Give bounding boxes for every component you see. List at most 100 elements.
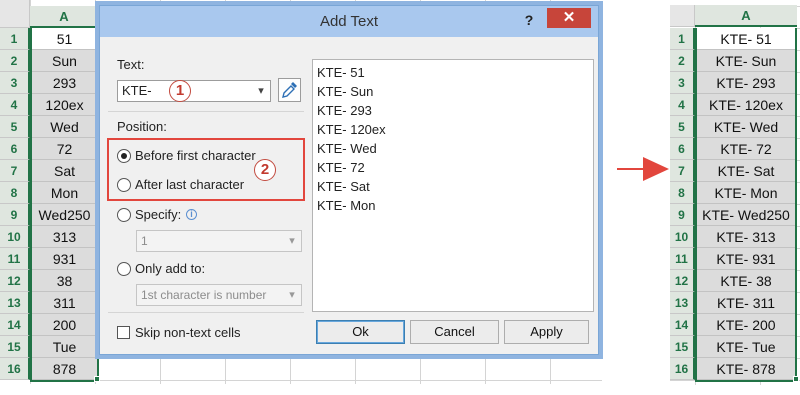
- fill-handle[interactable]: [793, 376, 799, 382]
- cell[interactable]: Sat: [32, 160, 97, 182]
- cell[interactable]: KTE- 293: [697, 72, 795, 94]
- row-header[interactable]: 6: [0, 138, 30, 160]
- row-header[interactable]: 2: [670, 50, 695, 72]
- cell[interactable]: Wed250: [32, 204, 97, 226]
- cell[interactable]: Wed: [32, 116, 97, 138]
- cell[interactable]: 200: [32, 314, 97, 336]
- column-header-a[interactable]: A: [695, 5, 797, 27]
- cell[interactable]: KTE- Wed250: [697, 204, 795, 226]
- cell[interactable]: 120ex: [32, 94, 97, 116]
- chevron-down-icon[interactable]: ▾: [254, 81, 268, 101]
- row-header[interactable]: 7: [670, 160, 695, 182]
- cell[interactable]: 72: [32, 138, 97, 160]
- row-header[interactable]: 7: [0, 160, 30, 182]
- only-add-label[interactable]: Only add to:: [135, 261, 205, 276]
- row-header[interactable]: 9: [0, 204, 30, 226]
- ok-button[interactable]: Ok: [316, 320, 405, 344]
- row-header[interactable]: 4: [670, 94, 695, 116]
- cell[interactable]: KTE- 51: [697, 28, 795, 50]
- cell[interactable]: KTE- 311: [697, 292, 795, 314]
- cell[interactable]: KTE- 200: [697, 314, 795, 336]
- cell[interactable]: KTE- 313: [697, 226, 795, 248]
- specify-radio[interactable]: [117, 208, 131, 222]
- row-header[interactable]: 14: [0, 314, 30, 336]
- row-header[interactable]: 12: [670, 270, 695, 292]
- row-header[interactable]: 2: [0, 50, 30, 72]
- cell[interactable]: Mon: [32, 182, 97, 204]
- cell[interactable]: KTE- 38: [697, 270, 795, 292]
- only-add-radio[interactable]: [117, 262, 131, 276]
- cell[interactable]: 878: [32, 358, 97, 380]
- row-header[interactable]: 16: [670, 358, 695, 380]
- row-header[interactable]: 13: [670, 292, 695, 314]
- row-header[interactable]: 15: [670, 336, 695, 358]
- cell[interactable]: KTE- 72: [697, 138, 795, 160]
- cell[interactable]: KTE- 931: [697, 248, 795, 270]
- row-header[interactable]: 5: [0, 116, 30, 138]
- only-add-select[interactable]: 1st character is number ▾: [136, 284, 302, 306]
- eyedropper-button[interactable]: [278, 78, 301, 102]
- chevron-down-icon[interactable]: ▾: [285, 285, 299, 305]
- row-header[interactable]: 10: [0, 226, 30, 248]
- row-header[interactable]: 9: [670, 204, 695, 226]
- cell[interactable]: KTE- Sun: [697, 50, 795, 72]
- row-header[interactable]: 16: [0, 358, 30, 380]
- select-all-corner[interactable]: [0, 0, 30, 28]
- after-last-label[interactable]: After last character: [135, 177, 244, 192]
- cell[interactable]: KTE- 878: [697, 358, 795, 380]
- cell[interactable]: 311: [32, 292, 97, 314]
- row-header[interactable]: 14: [670, 314, 695, 336]
- before-first-radio[interactable]: [117, 149, 131, 163]
- row-header[interactable]: 5: [670, 116, 695, 138]
- cell[interactable]: KTE- Wed: [697, 116, 795, 138]
- chevron-down-icon[interactable]: ▾: [285, 231, 299, 251]
- row-header[interactable]: 11: [670, 248, 695, 270]
- fill-handle[interactable]: [94, 376, 100, 382]
- row-header[interactable]: 13: [0, 292, 30, 314]
- help-icon[interactable]: ?: [520, 10, 538, 30]
- skip-non-text-checkbox[interactable]: [117, 326, 130, 339]
- cell[interactable]: KTE- Mon: [697, 182, 795, 204]
- row-header[interactable]: 11: [0, 248, 30, 270]
- row-header[interactable]: 12: [0, 270, 30, 292]
- close-icon[interactable]: ✕: [547, 8, 591, 28]
- row-headers: 1 2 3 4 5 6 7 8 9 10 11 12 13 14 15 16: [0, 28, 30, 380]
- arrow-right-icon: [617, 157, 669, 181]
- cell[interactable]: KTE- Sat: [697, 160, 795, 182]
- row-header[interactable]: 8: [670, 182, 695, 204]
- dialog-titlebar[interactable]: Add Text ? ✕: [100, 6, 598, 37]
- column-header-a[interactable]: A: [30, 6, 99, 28]
- preview-item: KTE- Wed: [317, 141, 377, 156]
- row-header[interactable]: 3: [670, 72, 695, 94]
- cell[interactable]: KTE- Tue: [697, 336, 795, 358]
- cell[interactable]: 51: [32, 28, 97, 50]
- select-all-corner[interactable]: [670, 5, 695, 27]
- row-header[interactable]: 4: [0, 94, 30, 116]
- skip-non-text-label[interactable]: Skip non-text cells: [135, 325, 241, 340]
- result-range[interactable]: KTE- 51 KTE- Sun KTE- 293 KTE- 120ex KTE…: [695, 28, 797, 382]
- cell[interactable]: Tue: [32, 336, 97, 358]
- cell[interactable]: 38: [32, 270, 97, 292]
- row-header[interactable]: 10: [670, 226, 695, 248]
- text-combobox[interactable]: KTE- ▾: [117, 80, 271, 102]
- cell[interactable]: 931: [32, 248, 97, 270]
- cell[interactable]: 313: [32, 226, 97, 248]
- after-last-radio[interactable]: [117, 178, 131, 192]
- row-header[interactable]: 1: [0, 28, 30, 50]
- specify-select[interactable]: 1 ▾: [136, 230, 302, 252]
- row-header[interactable]: 8: [0, 182, 30, 204]
- before-first-label[interactable]: Before first character: [135, 148, 256, 163]
- row-header[interactable]: 15: [0, 336, 30, 358]
- row-header[interactable]: 6: [670, 138, 695, 160]
- apply-button[interactable]: Apply: [504, 320, 589, 344]
- cell[interactable]: 293: [32, 72, 97, 94]
- row-header[interactable]: 3: [0, 72, 30, 94]
- preview-item: KTE- 72: [317, 160, 365, 175]
- specify-label[interactable]: Specify:: [135, 207, 181, 222]
- cell[interactable]: Sun: [32, 50, 97, 72]
- row-header[interactable]: 1: [670, 28, 695, 50]
- cancel-button[interactable]: Cancel: [410, 320, 499, 344]
- cell[interactable]: KTE- 120ex: [697, 94, 795, 116]
- selected-range[interactable]: 51 Sun 293 120ex Wed 72 Sat Mon Wed250 3…: [30, 28, 99, 382]
- info-icon[interactable]: i: [186, 209, 197, 220]
